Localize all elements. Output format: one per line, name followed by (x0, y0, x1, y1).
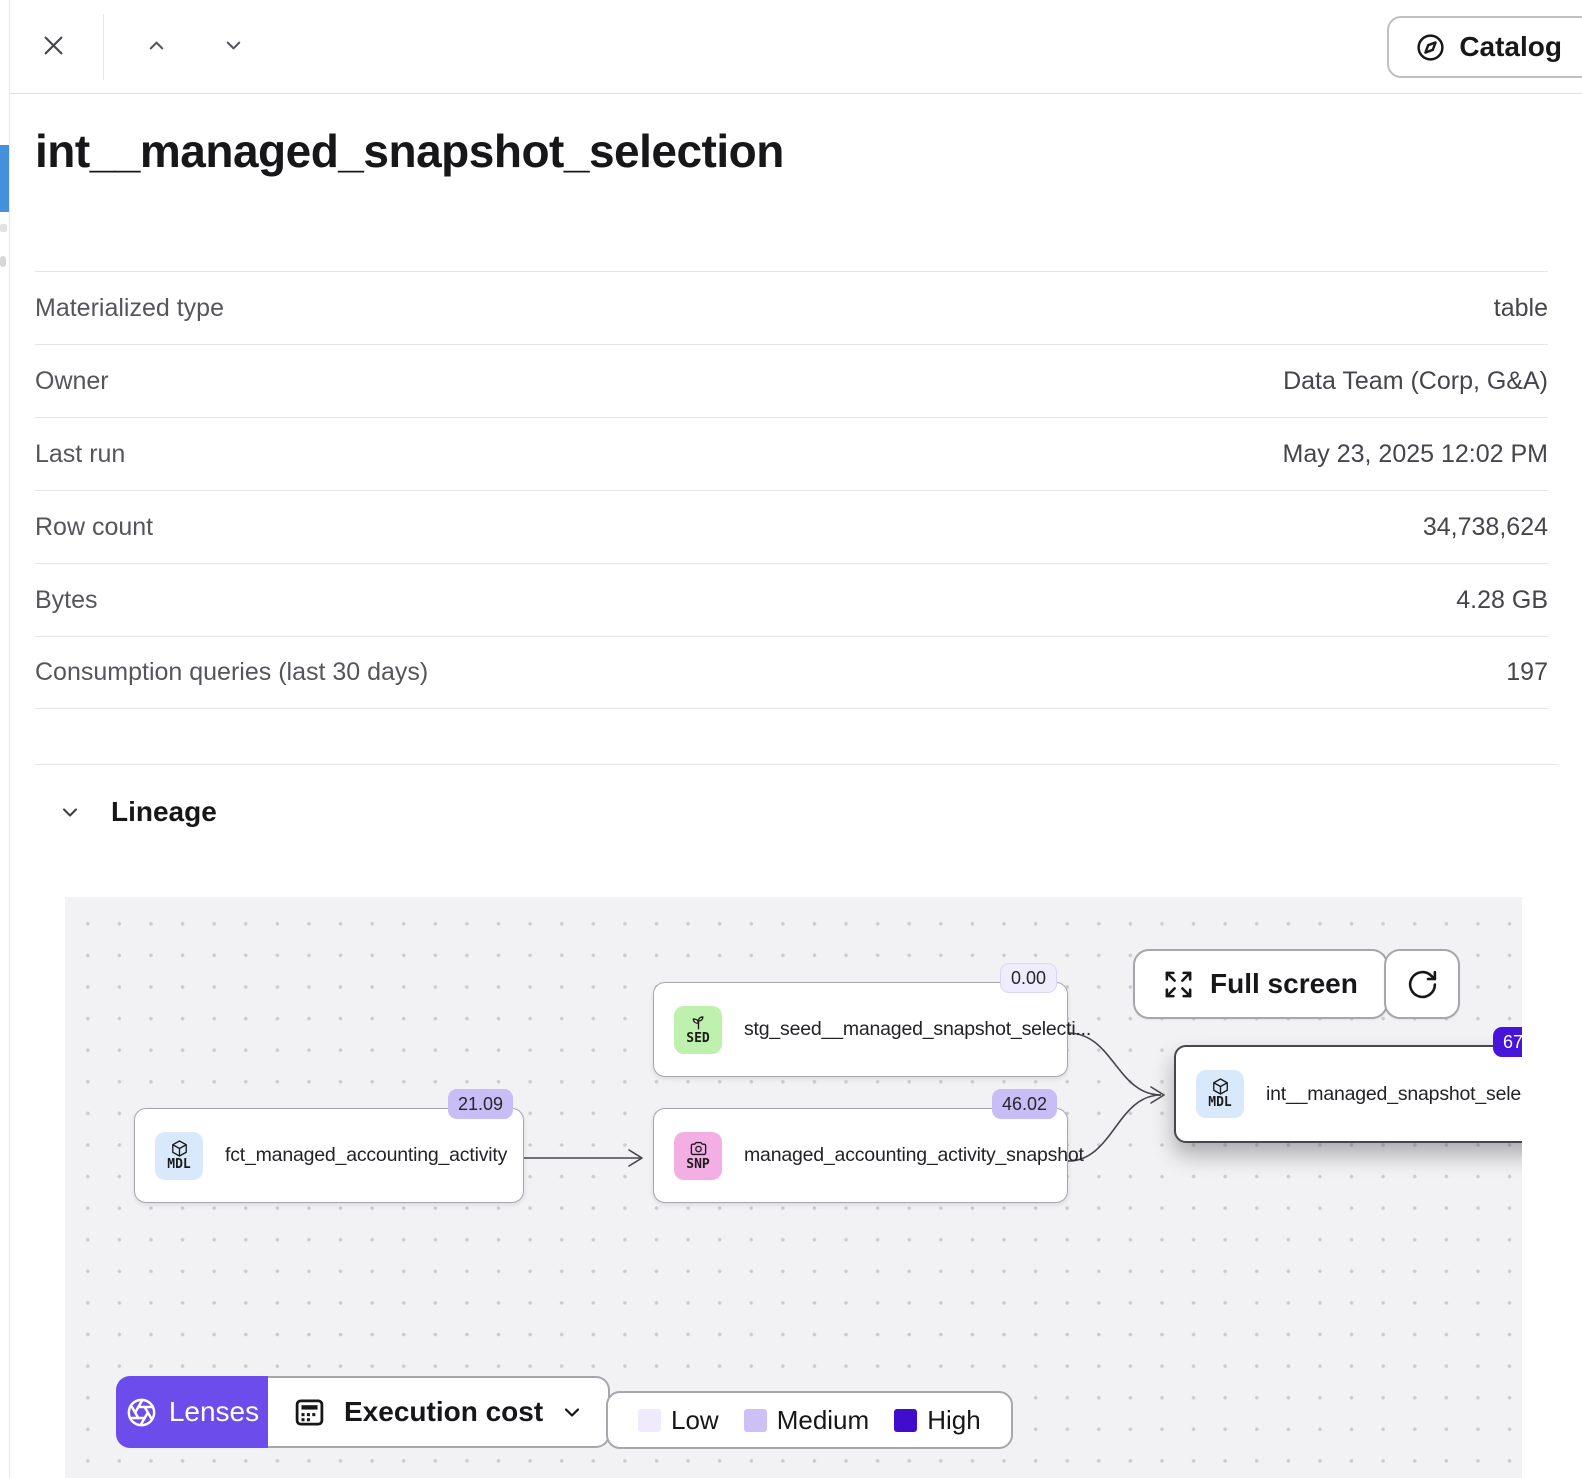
lens-selected-label: Execution cost (344, 1396, 543, 1428)
node-type-label: MDL (1208, 1096, 1231, 1110)
lenses-control-group: Lenses Execution cost (116, 1376, 610, 1448)
close-button[interactable] (30, 24, 76, 70)
lenses-button[interactable]: Lenses (116, 1376, 268, 1448)
node-type-label: MDL (167, 1158, 190, 1172)
metadata-row: Consumption queries (last 30 days) 197 (35, 636, 1548, 709)
cube-icon (170, 1139, 189, 1158)
lineage-node-managed-accounting-activity-snapshot[interactable]: 46.02 SNP managed_accounting_activity_sn… (653, 1108, 1068, 1203)
topbar-divider (103, 14, 104, 80)
camera-icon (689, 1139, 708, 1158)
node-type-label: SED (686, 1032, 709, 1046)
metadata-row: Last run May 23, 2025 12:02 PM (35, 417, 1548, 490)
lineage-node-stg-seed-managed-snapshot-selection[interactable]: 0.00 SED stg_seed__managed_snapshot_sele… (653, 982, 1068, 1077)
metadata-row: Owner Data Team (Corp, G&A) (35, 344, 1548, 417)
legend-swatch-medium (744, 1409, 767, 1432)
node-label: managed_accounting_activity_snapshot (744, 1144, 1084, 1167)
metadata-value: 4.28 GB (1456, 586, 1548, 615)
legend-item-low: Low (638, 1405, 719, 1436)
detail-panel: Catalog int__managed_snapshot_selection … (9, 0, 1582, 1478)
compass-icon (1415, 32, 1446, 63)
metadata-value: table (1494, 294, 1548, 323)
close-icon (40, 32, 67, 62)
node-label: fct_managed_accounting_activity (225, 1144, 507, 1167)
nav-previous-button[interactable] (136, 29, 176, 65)
cost-badge: 67 (1493, 1027, 1522, 1057)
metadata-value: 34,738,624 (1423, 513, 1548, 542)
lineage-section-title: Lineage (111, 796, 217, 828)
page: Catalog int__managed_snapshot_selection … (0, 0, 1582, 1478)
aperture-icon (125, 1396, 158, 1429)
metadata-value: 197 (1506, 658, 1548, 687)
fullscreen-button[interactable]: Full screen (1133, 949, 1388, 1019)
expand-icon (1163, 969, 1194, 1000)
page-title: int__managed_snapshot_selection (35, 124, 784, 178)
metadata-list: Materialized type table Owner Data Team … (35, 271, 1548, 709)
cost-badge: 46.02 (992, 1089, 1057, 1119)
lineage-node-fct-managed-accounting-activity[interactable]: 21.09 MDL fct_managed_accounting_activit… (134, 1108, 524, 1203)
cost-badge: 21.09 (448, 1089, 513, 1119)
calculator-icon (292, 1395, 327, 1430)
node-label: stg_seed__managed_snapshot_selecti... (744, 1018, 1091, 1041)
fullscreen-label: Full screen (1210, 968, 1358, 1000)
chevron-up-icon (145, 34, 168, 60)
cost-badge: 0.00 (1000, 963, 1057, 993)
node-type-chip: SNP (674, 1132, 722, 1180)
chevron-down-icon (560, 1400, 584, 1424)
metadata-label: Materialized type (35, 294, 224, 323)
refresh-button[interactable] (1384, 949, 1460, 1019)
selection-indicator (0, 145, 9, 212)
legend-item-high: High (894, 1405, 980, 1436)
topbar: Catalog (10, 0, 1582, 94)
cube-icon (1211, 1077, 1230, 1096)
catalog-button[interactable]: Catalog (1387, 16, 1582, 78)
legend-swatch-high (894, 1409, 917, 1432)
legend-label: High (927, 1405, 980, 1436)
metadata-row: Materialized type table (35, 271, 1548, 344)
legend-label: Low (671, 1405, 719, 1436)
lineage-canvas[interactable]: 21.09 MDL fct_managed_accounting_activit… (65, 897, 1522, 1478)
section-divider (35, 764, 1558, 765)
cost-legend: Low Medium High (606, 1391, 1013, 1449)
metadata-label: Owner (35, 367, 109, 396)
lens-selector[interactable]: Execution cost (268, 1376, 610, 1448)
sprout-icon (689, 1013, 708, 1032)
underlay-mark (0, 224, 7, 232)
node-type-chip: MDL (155, 1132, 203, 1180)
legend-label: Medium (777, 1405, 869, 1436)
collapse-chevron-icon[interactable] (58, 800, 82, 824)
lenses-label: Lenses (169, 1396, 259, 1428)
node-type-chip: SED (674, 1006, 722, 1054)
catalog-label: Catalog (1459, 31, 1562, 63)
node-type-chip: MDL (1196, 1070, 1244, 1118)
node-label: int__managed_snapshot_selection (1266, 1083, 1522, 1106)
metadata-row: Bytes 4.28 GB (35, 563, 1548, 636)
legend-item-medium: Medium (744, 1405, 869, 1436)
metadata-value: May 23, 2025 12:02 PM (1283, 440, 1548, 469)
metadata-label: Row count (35, 513, 153, 542)
metadata-label: Consumption queries (last 30 days) (35, 658, 428, 687)
node-type-label: SNP (686, 1158, 709, 1172)
nav-next-button[interactable] (213, 29, 253, 65)
metadata-value: Data Team (Corp, G&A) (1283, 367, 1548, 396)
metadata-label: Last run (35, 440, 125, 469)
lineage-section-header[interactable]: Lineage (58, 792, 217, 832)
chevron-down-icon (222, 34, 245, 60)
metadata-row: Row count 34,738,624 (35, 490, 1548, 563)
underlay-mark (0, 256, 6, 267)
underlay-scroll-strip (0, 0, 9, 1478)
metadata-label: Bytes (35, 586, 98, 615)
lineage-node-int-managed-snapshot-selection[interactable]: 67 MDL int__managed_snapshot_selection (1174, 1045, 1522, 1143)
refresh-icon (1406, 968, 1439, 1001)
legend-swatch-low (638, 1409, 661, 1432)
